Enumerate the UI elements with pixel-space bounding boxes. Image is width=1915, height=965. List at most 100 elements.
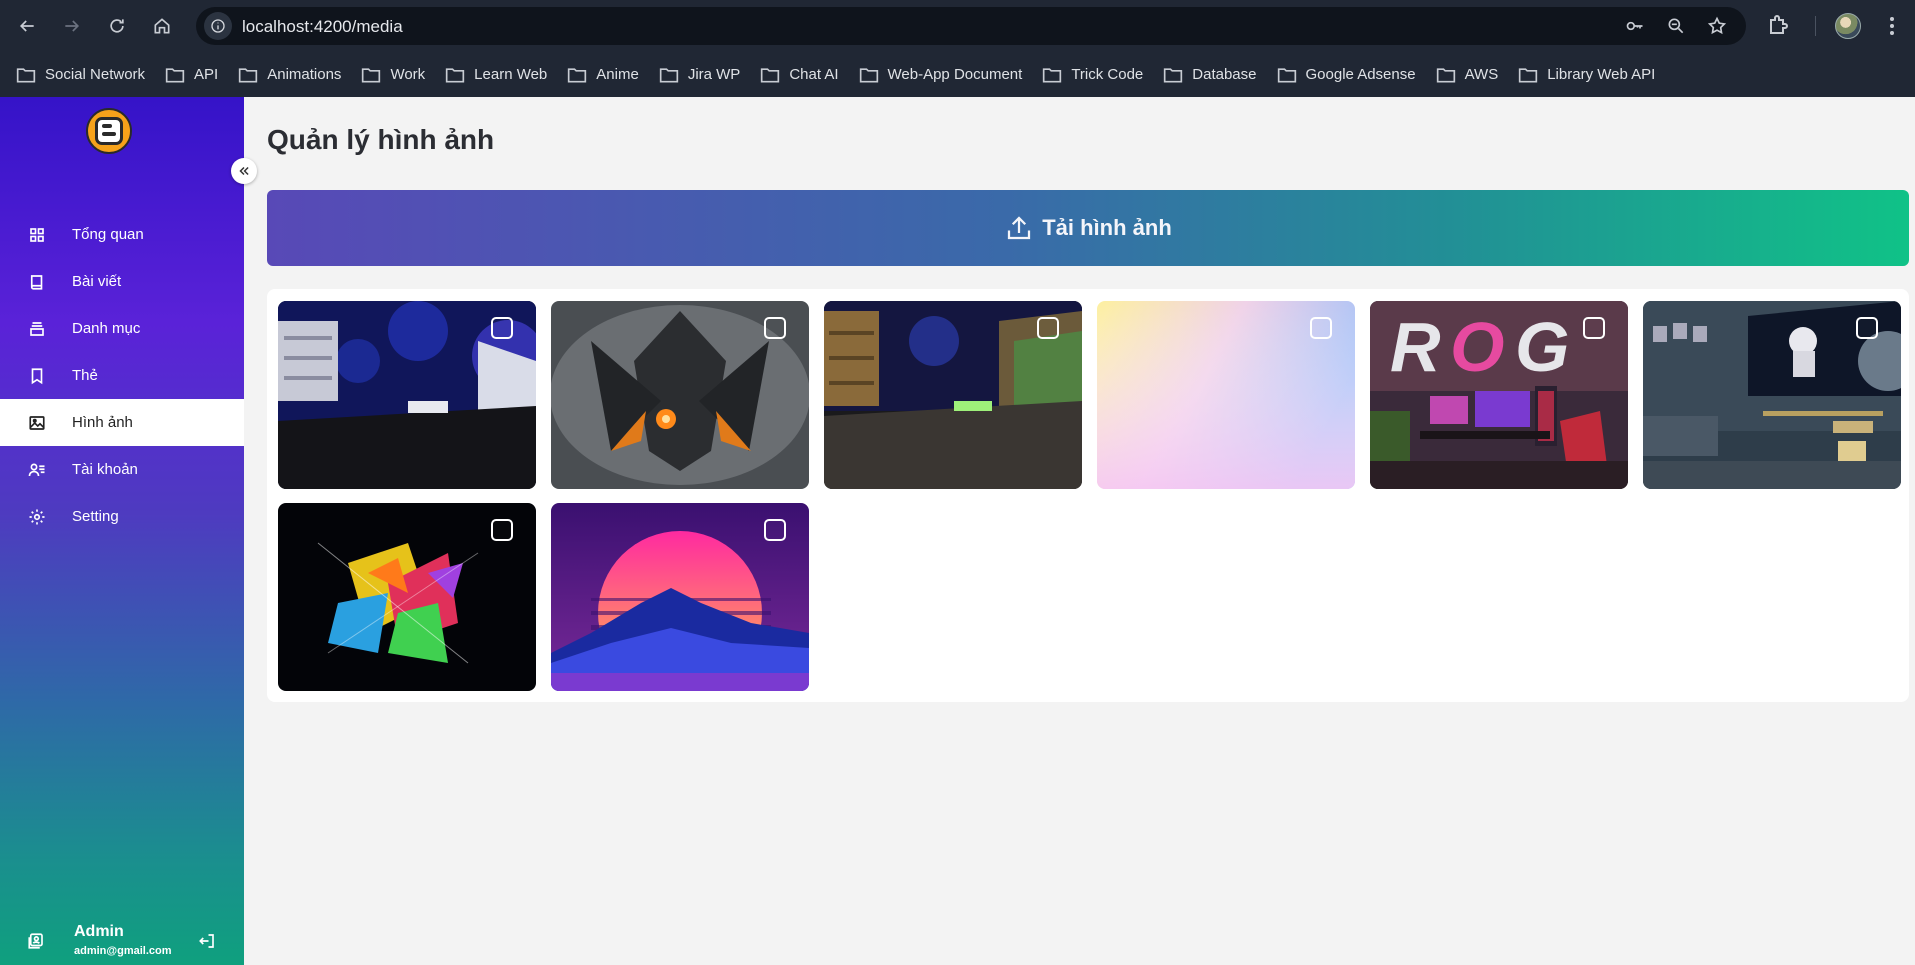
reload-button[interactable] bbox=[101, 10, 133, 42]
user-name: Admin bbox=[74, 923, 124, 940]
sidebar-item-label: Tài khoản bbox=[72, 461, 138, 478]
logo-icon bbox=[95, 117, 123, 145]
blog-logo[interactable] bbox=[86, 108, 132, 154]
stack-icon bbox=[30, 321, 44, 336]
bookmark-folder[interactable]: Animations bbox=[238, 59, 341, 91]
bookmark-star-icon[interactable] bbox=[1706, 15, 1728, 37]
folder-icon bbox=[239, 67, 258, 82]
sidebar-item-images[interactable]: Hình ảnh bbox=[0, 399, 244, 446]
bookmark-label: Web-App Document bbox=[887, 66, 1023, 83]
bookmark-label: Google Adsense bbox=[1305, 66, 1416, 83]
image-select-checkbox[interactable] bbox=[491, 317, 513, 339]
sidebar-item-accounts[interactable]: Tài khoản bbox=[0, 446, 244, 493]
sidebar-item-label: Danh mục bbox=[72, 320, 141, 337]
user-profile: Admin admin@gmail.com bbox=[0, 909, 244, 965]
address-bar[interactable]: localhost:4200/media bbox=[196, 7, 1746, 45]
gallery-image-tile[interactable] bbox=[551, 301, 809, 489]
image-select-checkbox[interactable] bbox=[491, 519, 513, 541]
upload-icon bbox=[1008, 216, 1031, 240]
image-select-checkbox[interactable] bbox=[764, 317, 786, 339]
zoom-icon[interactable] bbox=[1665, 15, 1687, 37]
folder-icon bbox=[659, 67, 678, 82]
image-select-checkbox[interactable] bbox=[1310, 317, 1332, 339]
user-list-icon bbox=[28, 463, 45, 476]
sidebar-item-label: Thẻ bbox=[72, 367, 98, 384]
gallery-image-tile[interactable] bbox=[551, 503, 809, 691]
bookmark-label: Anime bbox=[596, 66, 639, 83]
bookmark-label: API bbox=[194, 66, 219, 83]
bookmark-folder[interactable]: Library Web API bbox=[1518, 59, 1655, 91]
logout-icon[interactable] bbox=[198, 932, 216, 950]
gallery-image-tile[interactable] bbox=[278, 503, 536, 691]
svg-text:R: R bbox=[1390, 308, 1441, 386]
bookmark-folder[interactable]: Web-App Document bbox=[859, 59, 1023, 91]
bookmark-icon bbox=[31, 367, 43, 384]
sidebar-collapse-button[interactable] bbox=[231, 158, 257, 184]
bookmark-label: Learn Web bbox=[474, 66, 548, 83]
sidebar-item-overview[interactable]: Tổng quan bbox=[0, 211, 244, 258]
bookmark-label: Database bbox=[1192, 66, 1257, 83]
bookmark-label: Chat AI bbox=[789, 66, 839, 83]
reload-icon bbox=[110, 19, 124, 33]
folder-icon bbox=[362, 67, 381, 82]
password-key-icon[interactable] bbox=[1624, 15, 1646, 37]
bookmark-label: Library Web API bbox=[1547, 66, 1656, 83]
arrow-right-icon bbox=[65, 20, 80, 32]
dashboard-grid-icon bbox=[30, 227, 44, 242]
upload-image-button[interactable]: Tải hình ảnh bbox=[267, 190, 1909, 266]
bookmark-folder[interactable]: Social Network bbox=[16, 59, 145, 91]
forward-button[interactable] bbox=[56, 10, 88, 42]
browser-menu-button[interactable] bbox=[1882, 14, 1902, 38]
image-select-checkbox[interactable] bbox=[764, 519, 786, 541]
gallery-image-tile[interactable] bbox=[1097, 301, 1355, 489]
back-button[interactable] bbox=[11, 10, 43, 42]
folder-icon bbox=[446, 67, 465, 82]
sidebar-item-setting[interactable]: Setting bbox=[0, 493, 244, 540]
folder-icon bbox=[1277, 67, 1296, 82]
bookmark-label: Social Network bbox=[45, 66, 146, 83]
sidebar-item-label: Setting bbox=[72, 508, 119, 525]
image-select-checkbox[interactable] bbox=[1856, 317, 1878, 339]
bookmark-folder[interactable]: Google Adsense bbox=[1277, 59, 1416, 91]
sidebar-item-tags[interactable]: Thẻ bbox=[0, 352, 244, 399]
sidebar-item-label: Tổng quan bbox=[72, 226, 144, 243]
bookmark-folder[interactable]: Trick Code bbox=[1042, 59, 1143, 91]
url-text[interactable]: localhost:4200/media bbox=[242, 17, 403, 37]
bookmark-folder[interactable]: API bbox=[165, 59, 218, 91]
svg-text:G: G bbox=[1515, 308, 1569, 386]
bookmark-label: Animations bbox=[267, 66, 342, 83]
bookmark-folder[interactable]: AWS bbox=[1436, 59, 1498, 91]
bookmark-label: Work bbox=[390, 66, 426, 83]
folder-icon bbox=[1519, 67, 1538, 82]
folder-icon bbox=[859, 67, 878, 82]
image-icon bbox=[29, 415, 45, 430]
puzzle-icon bbox=[1770, 15, 1788, 34]
image-select-checkbox[interactable] bbox=[1037, 317, 1059, 339]
home-icon bbox=[154, 18, 170, 34]
bookmark-folder[interactable]: Anime bbox=[567, 59, 639, 91]
bookmark-folder[interactable]: Work bbox=[361, 59, 425, 91]
bookmark-folder[interactable]: Jira WP bbox=[659, 59, 740, 91]
gallery-image-tile[interactable] bbox=[824, 301, 1082, 489]
bookmark-label: Trick Code bbox=[1071, 66, 1144, 83]
browser-toolbar: localhost:4200/media bbox=[0, 0, 1915, 52]
gallery-image-tile[interactable] bbox=[278, 301, 536, 489]
bookmarks-bar: Social Network API Animations Work Learn… bbox=[0, 52, 1915, 97]
bookmark-folder[interactable]: Learn Web bbox=[445, 59, 547, 91]
sidebar-item-label: Hình ảnh bbox=[72, 414, 133, 431]
profile-avatar[interactable] bbox=[1835, 13, 1861, 39]
sidebar: Tổng quan Bài viết Danh mục Thẻ Hình ảnh… bbox=[0, 97, 244, 965]
gear-icon bbox=[29, 509, 45, 524]
gallery-image-tile[interactable]: R O G bbox=[1370, 301, 1628, 489]
site-info-icon[interactable] bbox=[204, 12, 232, 40]
chevrons-left-icon bbox=[239, 166, 249, 176]
image-select-checkbox[interactable] bbox=[1583, 317, 1605, 339]
gallery-image-tile[interactable] bbox=[1643, 301, 1901, 489]
bookmark-folder[interactable]: Chat AI bbox=[760, 59, 839, 91]
sidebar-item-categories[interactable]: Danh mục bbox=[0, 305, 244, 352]
home-button[interactable] bbox=[146, 10, 178, 42]
sidebar-item-posts[interactable]: Bài viết bbox=[0, 258, 244, 305]
bookmark-folder[interactable]: Database bbox=[1163, 59, 1257, 91]
svg-text:O: O bbox=[1450, 308, 1504, 386]
extensions-button[interactable] bbox=[1766, 13, 1792, 39]
